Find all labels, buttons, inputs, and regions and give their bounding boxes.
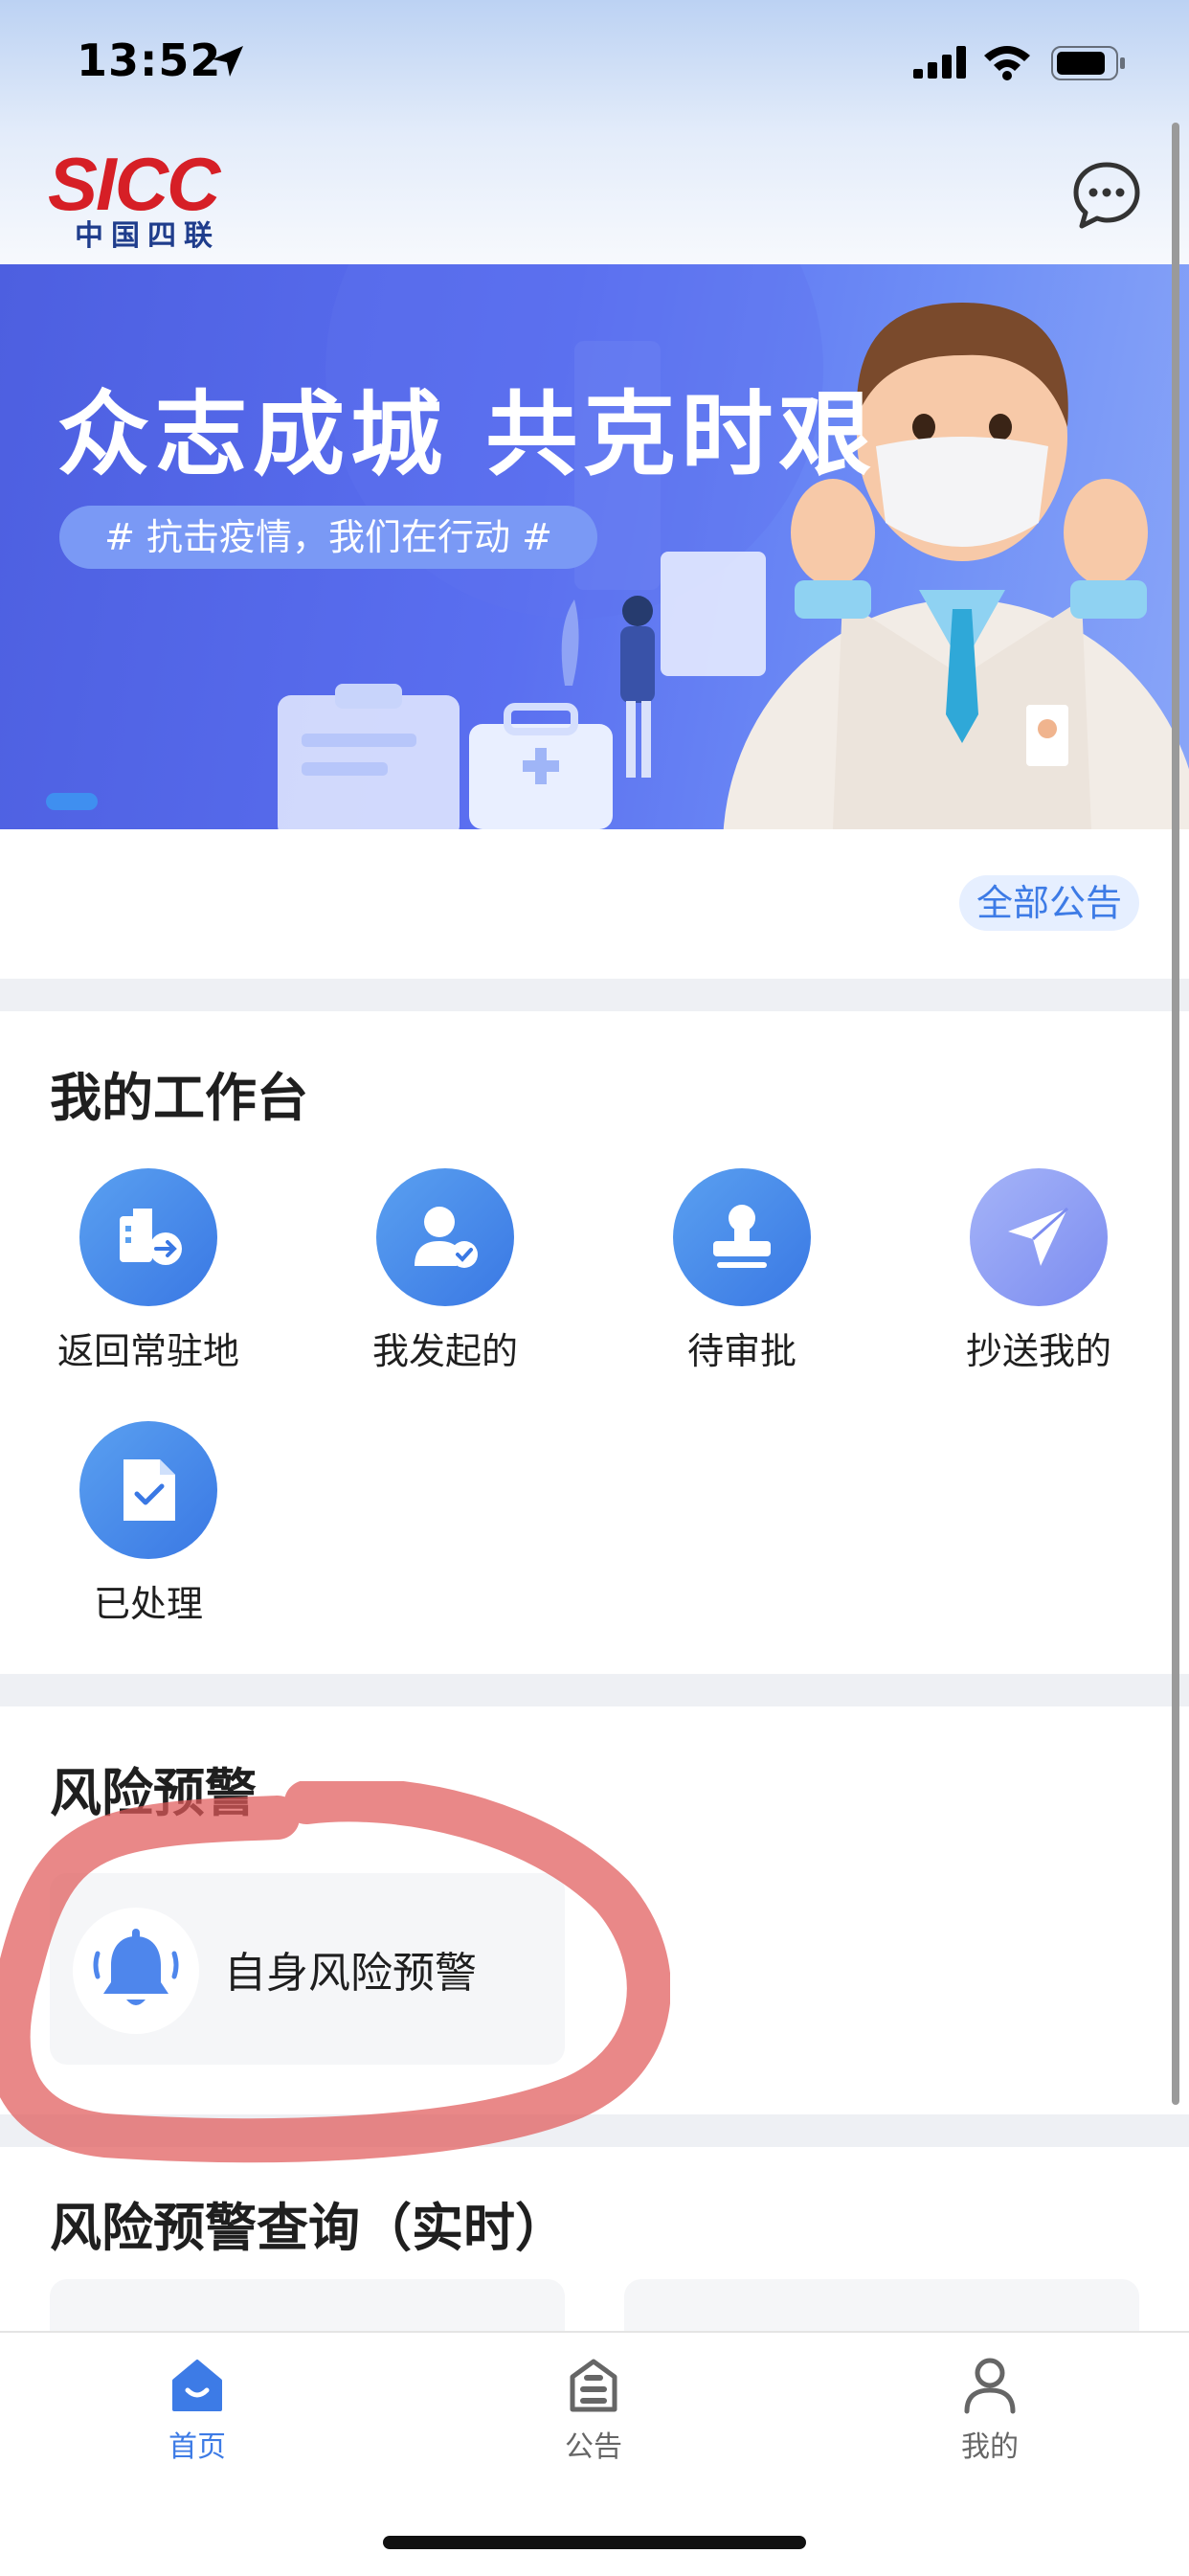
user-icon — [964, 2358, 1016, 2414]
tab-mine[interactable]: 我的 — [894, 2354, 1086, 2465]
all-notices-button[interactable]: 全部公告 — [958, 875, 1139, 931]
tile-label: 抄送我的 — [965, 1330, 1111, 1372]
message-icon[interactable] — [1070, 159, 1143, 232]
tile-label: 我发起的 — [371, 1330, 518, 1372]
section-divider — [0, 1674, 1189, 1706]
tab-announcements[interactable]: 公告 — [498, 2354, 689, 2465]
home-icon — [172, 2360, 222, 2411]
workbench-title: 我的工作台 — [50, 1068, 308, 1128]
bell-icon — [93, 1929, 179, 2005]
promo-banner[interactable]: 众志成城 共克时艰 # 抗击疫情，我们在行动 # — [0, 264, 1189, 829]
send-icon — [970, 1168, 1108, 1306]
section-divider — [0, 2114, 1189, 2147]
tile-initiated-by-me[interactable]: 我发起的 — [335, 1168, 555, 1374]
query-card[interactable] — [624, 2279, 1139, 2331]
cellular-signal-icon — [913, 46, 966, 79]
battery-icon — [1051, 46, 1125, 80]
tab-label: 我的 — [961, 2430, 1019, 2464]
tile-label: 已处理 — [93, 1583, 203, 1625]
risk-query-section: 风险预警查询（实时） — [0, 2147, 1189, 2331]
risk-title: 风险预警 — [50, 1763, 257, 1823]
tile-pending-approval[interactable]: 待审批 — [632, 1168, 852, 1374]
document-check-icon — [79, 1421, 217, 1559]
tile-label: 返回常驻地 — [56, 1330, 239, 1372]
self-risk-warning-card[interactable]: 自身风险预警 — [50, 1873, 565, 2065]
risk-query-title: 风险预警查询（实时） — [50, 2198, 567, 2258]
sicc-logo: SICC 中国四联 — [48, 142, 268, 251]
risk-section: 风险预警 自身风险预警 — [0, 1706, 1189, 2114]
app-header: SICC 中国四联 — [0, 134, 1189, 264]
logo-text: SICC — [48, 142, 220, 226]
tab-home[interactable]: 首页 — [101, 2354, 293, 2465]
tile-processed[interactable]: 已处理 — [38, 1421, 258, 1627]
announcement-icon — [570, 2359, 617, 2412]
carousel-indicator — [46, 793, 98, 810]
tile-cc-to-me[interactable]: 抄送我的 — [929, 1168, 1149, 1374]
wifi-icon — [984, 46, 1030, 80]
self-risk-warning-label: 自身风险预警 — [224, 1949, 477, 1998]
building-return-icon — [79, 1168, 217, 1306]
home-indicator[interactable] — [383, 2536, 806, 2549]
banner-title: 众志成城 共克时艰 — [57, 380, 877, 488]
banner-tag: # 抗击疫情，我们在行动 # — [59, 506, 597, 569]
user-check-icon — [376, 1168, 514, 1306]
tile-return-residence[interactable]: 返回常驻地 — [38, 1168, 258, 1374]
bell-container — [73, 1908, 199, 2034]
status-time: 13:52 — [77, 34, 222, 86]
tab-label: 公告 — [565, 2430, 622, 2464]
notice-area: 全部公告 — [0, 829, 1189, 979]
tab-label: 首页 — [168, 2430, 226, 2464]
query-card[interactable] — [50, 2279, 565, 2331]
section-divider — [0, 979, 1189, 1011]
scrollbar[interactable] — [1172, 123, 1179, 2105]
stamp-icon — [673, 1168, 811, 1306]
logo-subtitle: 中国四联 — [75, 219, 220, 253]
location-arrow-icon — [213, 46, 243, 77]
workbench-section: 我的工作台 返回常驻地 我发起的 待审批 抄送我的 已处理 — [0, 1011, 1189, 1674]
tile-label: 待审批 — [686, 1330, 796, 1372]
status-bar: 13:52 — [0, 0, 1189, 134]
